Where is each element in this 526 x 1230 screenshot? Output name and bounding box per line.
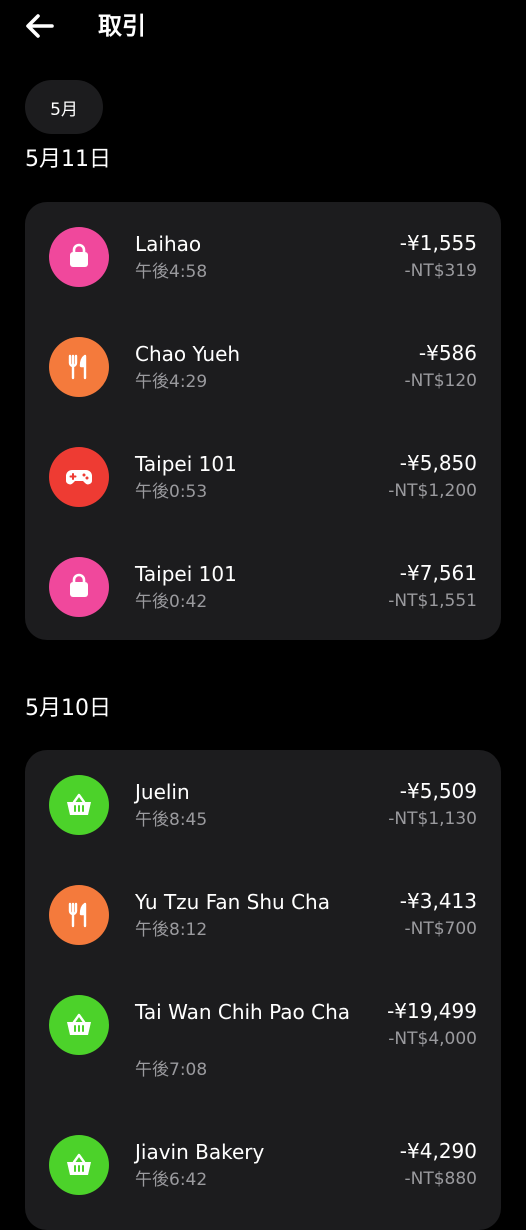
amount: -¥19,499 bbox=[387, 999, 477, 1023]
merchant-name: Chao Yueh bbox=[135, 342, 241, 366]
shopping-bag-icon bbox=[49, 557, 109, 617]
merchant-name: Jiavin Bakery bbox=[135, 1140, 265, 1164]
merchant-name: Taipei 101 bbox=[135, 562, 237, 586]
basket-icon bbox=[49, 1135, 109, 1195]
amount-local: -NT$1,551 bbox=[388, 591, 477, 611]
merchant-name: Laihao bbox=[135, 232, 202, 256]
amount: -¥7,561 bbox=[399, 561, 477, 585]
fork-knife-icon bbox=[49, 337, 109, 397]
date-heading: 5月10日 bbox=[25, 696, 111, 721]
transaction-row[interactable]: Yu Tzu Fan Shu Cha 午後8:12 -¥3,413 -NT$70… bbox=[25, 860, 501, 970]
page-title: 取引 bbox=[98, 12, 146, 40]
amount-local: -NT$4,000 bbox=[388, 1029, 477, 1049]
amount-local: -NT$1,200 bbox=[388, 481, 477, 501]
basket-icon bbox=[49, 995, 109, 1055]
transaction-row[interactable]: Laihao 午後4:58 -¥1,555 -NT$319 bbox=[25, 202, 501, 312]
transaction-time: 午後8:45 bbox=[135, 810, 208, 830]
transaction-time: 午後4:58 bbox=[135, 262, 208, 282]
amount: -¥4,290 bbox=[399, 1139, 477, 1163]
amount-local: -NT$700 bbox=[404, 919, 478, 939]
transaction-row[interactable]: Taipei 101 午後0:42 -¥7,561 -NT$1,551 bbox=[25, 532, 501, 640]
transaction-row[interactable]: Taipei 101 午後0:53 -¥5,850 -NT$1,200 bbox=[25, 422, 501, 532]
transaction-row[interactable]: Juelin 午後8:45 -¥5,509 -NT$1,130 bbox=[25, 750, 501, 860]
merchant-name: Juelin bbox=[135, 780, 190, 804]
transaction-card: Laihao 午後4:58 -¥1,555 -NT$319 Chao Yueh … bbox=[25, 202, 501, 640]
transaction-row[interactable]: Tai Wan Chih Pao Cha 午後7:08 -¥19,499 -NT… bbox=[25, 970, 501, 1110]
date-heading: 5月11日 bbox=[25, 147, 111, 172]
amount: -¥5,509 bbox=[399, 779, 477, 803]
shopping-bag-icon bbox=[49, 227, 109, 287]
gamepad-icon bbox=[49, 447, 109, 507]
transaction-row[interactable]: Chao Yueh 午後4:29 -¥586 -NT$120 bbox=[25, 312, 501, 422]
back-button[interactable] bbox=[22, 10, 58, 42]
amount-local: -NT$1,130 bbox=[388, 809, 477, 829]
amount: -¥586 bbox=[418, 341, 477, 365]
transaction-time: 午後6:42 bbox=[135, 1170, 208, 1190]
amount: -¥5,850 bbox=[399, 451, 477, 475]
arrow-left-icon bbox=[26, 14, 54, 38]
header: 取引 bbox=[0, 0, 526, 56]
amount: -¥1,555 bbox=[399, 231, 477, 255]
amount-local: -NT$319 bbox=[404, 261, 478, 281]
transaction-time: 午後0:42 bbox=[135, 592, 208, 612]
amount-local: -NT$880 bbox=[404, 1169, 478, 1189]
transaction-time: 午後7:08 bbox=[135, 1060, 208, 1080]
merchant-name: Tai Wan Chih Pao Cha bbox=[135, 1000, 350, 1024]
transaction-time: 午後4:29 bbox=[135, 372, 208, 392]
transaction-time: 午後8:12 bbox=[135, 920, 208, 940]
basket-icon bbox=[49, 775, 109, 835]
amount: -¥3,413 bbox=[399, 889, 477, 913]
month-filter-chip[interactable]: 5月 bbox=[25, 80, 103, 134]
transaction-row[interactable]: Jiavin Bakery 午後6:42 -¥4,290 -NT$880 bbox=[25, 1110, 501, 1220]
merchant-name: Taipei 101 bbox=[135, 452, 237, 476]
amount-local: -NT$120 bbox=[404, 371, 478, 391]
transaction-card: Juelin 午後8:45 -¥5,509 -NT$1,130 Yu Tzu F… bbox=[25, 750, 501, 1230]
transaction-time: 午後0:53 bbox=[135, 482, 208, 502]
fork-knife-icon bbox=[49, 885, 109, 945]
merchant-name: Yu Tzu Fan Shu Cha bbox=[135, 890, 330, 914]
